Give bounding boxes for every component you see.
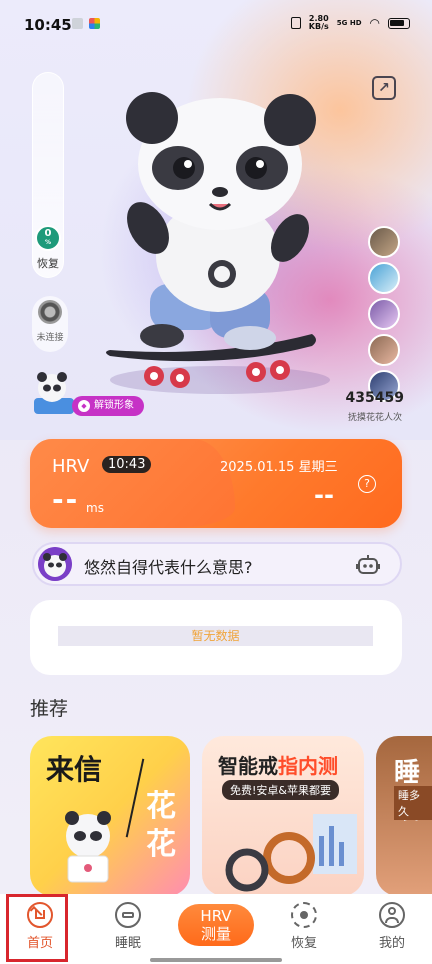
visitor-avatar[interactable] bbox=[368, 298, 400, 330]
recovery-meter[interactable]: 0 % 恢复 bbox=[32, 72, 64, 278]
hrv-secondary-value: -- bbox=[314, 481, 334, 509]
recommend-card-title: 来信 bbox=[46, 753, 103, 786]
data-card: 暂无数据 bbox=[30, 600, 402, 675]
nav-sleep[interactable]: 睡眠 bbox=[98, 902, 158, 951]
battery-icon bbox=[388, 17, 410, 29]
hrv-measure-line2: 测量 bbox=[200, 925, 231, 943]
title-part-a: 智能戒 bbox=[218, 754, 278, 778]
hrv-card[interactable]: HRV 10:43 -- ms 2025.01.15 星期三 -- ? bbox=[30, 439, 402, 528]
recovery-value: 0 bbox=[44, 228, 52, 239]
recovery-unit: % bbox=[44, 239, 51, 246]
profile-icon bbox=[379, 902, 405, 928]
home-icon bbox=[27, 902, 53, 928]
status-indicators: 2.80 KB/s 5G HD ◠ bbox=[290, 15, 410, 31]
hrv-measure-button[interactable]: HRV 测量 bbox=[178, 904, 254, 946]
wifi-icon: ◠ bbox=[369, 16, 380, 30]
hrv-time-badge: 10:43 bbox=[102, 456, 152, 473]
recommend-card-title: 智能戒指内测 bbox=[218, 750, 338, 779]
recommend-card-subtitle: 睡多久 bbox=[394, 786, 432, 820]
panda-illustration[interactable] bbox=[90, 88, 350, 398]
ring-icon bbox=[38, 300, 62, 324]
recommend-card-subtitle: 花花 bbox=[146, 789, 176, 862]
status-app-icons bbox=[72, 18, 100, 29]
divider-icon bbox=[125, 758, 145, 838]
nav-mine-label: 我的 bbox=[378, 936, 405, 951]
visitor-avatar[interactable] bbox=[368, 226, 400, 258]
unlock-avatar-button[interactable]: ◆ 解锁形象 bbox=[72, 396, 144, 416]
panda-letter-illustration bbox=[65, 811, 111, 883]
hrv-unit: ms bbox=[86, 501, 104, 515]
app-notification-icon bbox=[89, 18, 100, 29]
status-time: 10:45 bbox=[24, 16, 72, 34]
ai-question-text: 悠然自得代表什么意思? bbox=[84, 558, 253, 577]
recommend-card-sleep[interactable]: 睡眠 睡多久 bbox=[376, 736, 432, 896]
device-status-label: 未连接 bbox=[36, 333, 64, 343]
nav-mine[interactable]: 我的 bbox=[362, 902, 422, 951]
notification-icon bbox=[72, 18, 83, 29]
recovery-label: 恢复 bbox=[37, 257, 59, 270]
hrv-title: HRV bbox=[52, 456, 90, 477]
smart-ring-illustration bbox=[225, 814, 357, 892]
recommend-card-letter[interactable]: 来信 花花 bbox=[30, 736, 190, 896]
net-speed: 2.80 KB/s bbox=[309, 15, 329, 31]
hrv-date: 2025.01.15 星期三 bbox=[220, 460, 338, 475]
nav-sleep-label: 睡眠 bbox=[114, 936, 141, 951]
help-icon[interactable]: ? bbox=[358, 475, 376, 493]
visitor-avatars[interactable] bbox=[368, 226, 400, 402]
bed-icon bbox=[115, 902, 141, 928]
no-data-placeholder: 暂无数据 bbox=[58, 626, 373, 646]
home-indicator[interactable] bbox=[150, 958, 282, 962]
robot-icon[interactable] bbox=[356, 554, 380, 576]
nav-home-label: 首页 bbox=[26, 936, 53, 951]
hrv-measure-line1: HRV bbox=[200, 907, 232, 925]
vibrate-icon bbox=[290, 17, 301, 29]
recover-icon bbox=[291, 902, 317, 928]
recommend-title: 推荐 bbox=[30, 698, 69, 720]
nav-recover-label: 恢复 bbox=[290, 936, 317, 951]
network-label: 5G HD bbox=[336, 19, 362, 27]
nav-recover[interactable]: 恢复 bbox=[274, 902, 334, 951]
expand-icon[interactable]: ↗ bbox=[372, 76, 396, 100]
recommend-card-subtitle: 免费!安卓&苹果都要 bbox=[222, 780, 339, 800]
net-speed-unit: KB/s bbox=[308, 22, 329, 31]
panda-avatar-icon bbox=[38, 547, 72, 581]
lock-icon: ◆ bbox=[78, 400, 90, 412]
hrv-value: -- bbox=[52, 483, 80, 516]
title-part-b: 指内测 bbox=[278, 754, 338, 778]
nav-home[interactable]: 首页 bbox=[10, 902, 70, 951]
unlock-label: 解锁形象 bbox=[94, 400, 134, 411]
pet-count-label: 抚摸花花人次 bbox=[347, 413, 402, 423]
pet-count: 435459 bbox=[345, 390, 404, 406]
visitor-avatar[interactable] bbox=[368, 262, 400, 294]
recommend-card-ring-beta[interactable]: 智能戒指内测 免费!安卓&苹果都要 bbox=[202, 736, 364, 896]
ai-question-bar[interactable]: 悠然自得代表什么意思? bbox=[32, 542, 402, 586]
device-connection-status[interactable]: 未连接 bbox=[32, 296, 68, 352]
visitor-avatar[interactable] bbox=[368, 334, 400, 366]
recovery-badge: 0 % bbox=[35, 225, 61, 251]
status-bar: 10:45 2.80 KB/s 5G HD ◠ bbox=[0, 0, 432, 50]
